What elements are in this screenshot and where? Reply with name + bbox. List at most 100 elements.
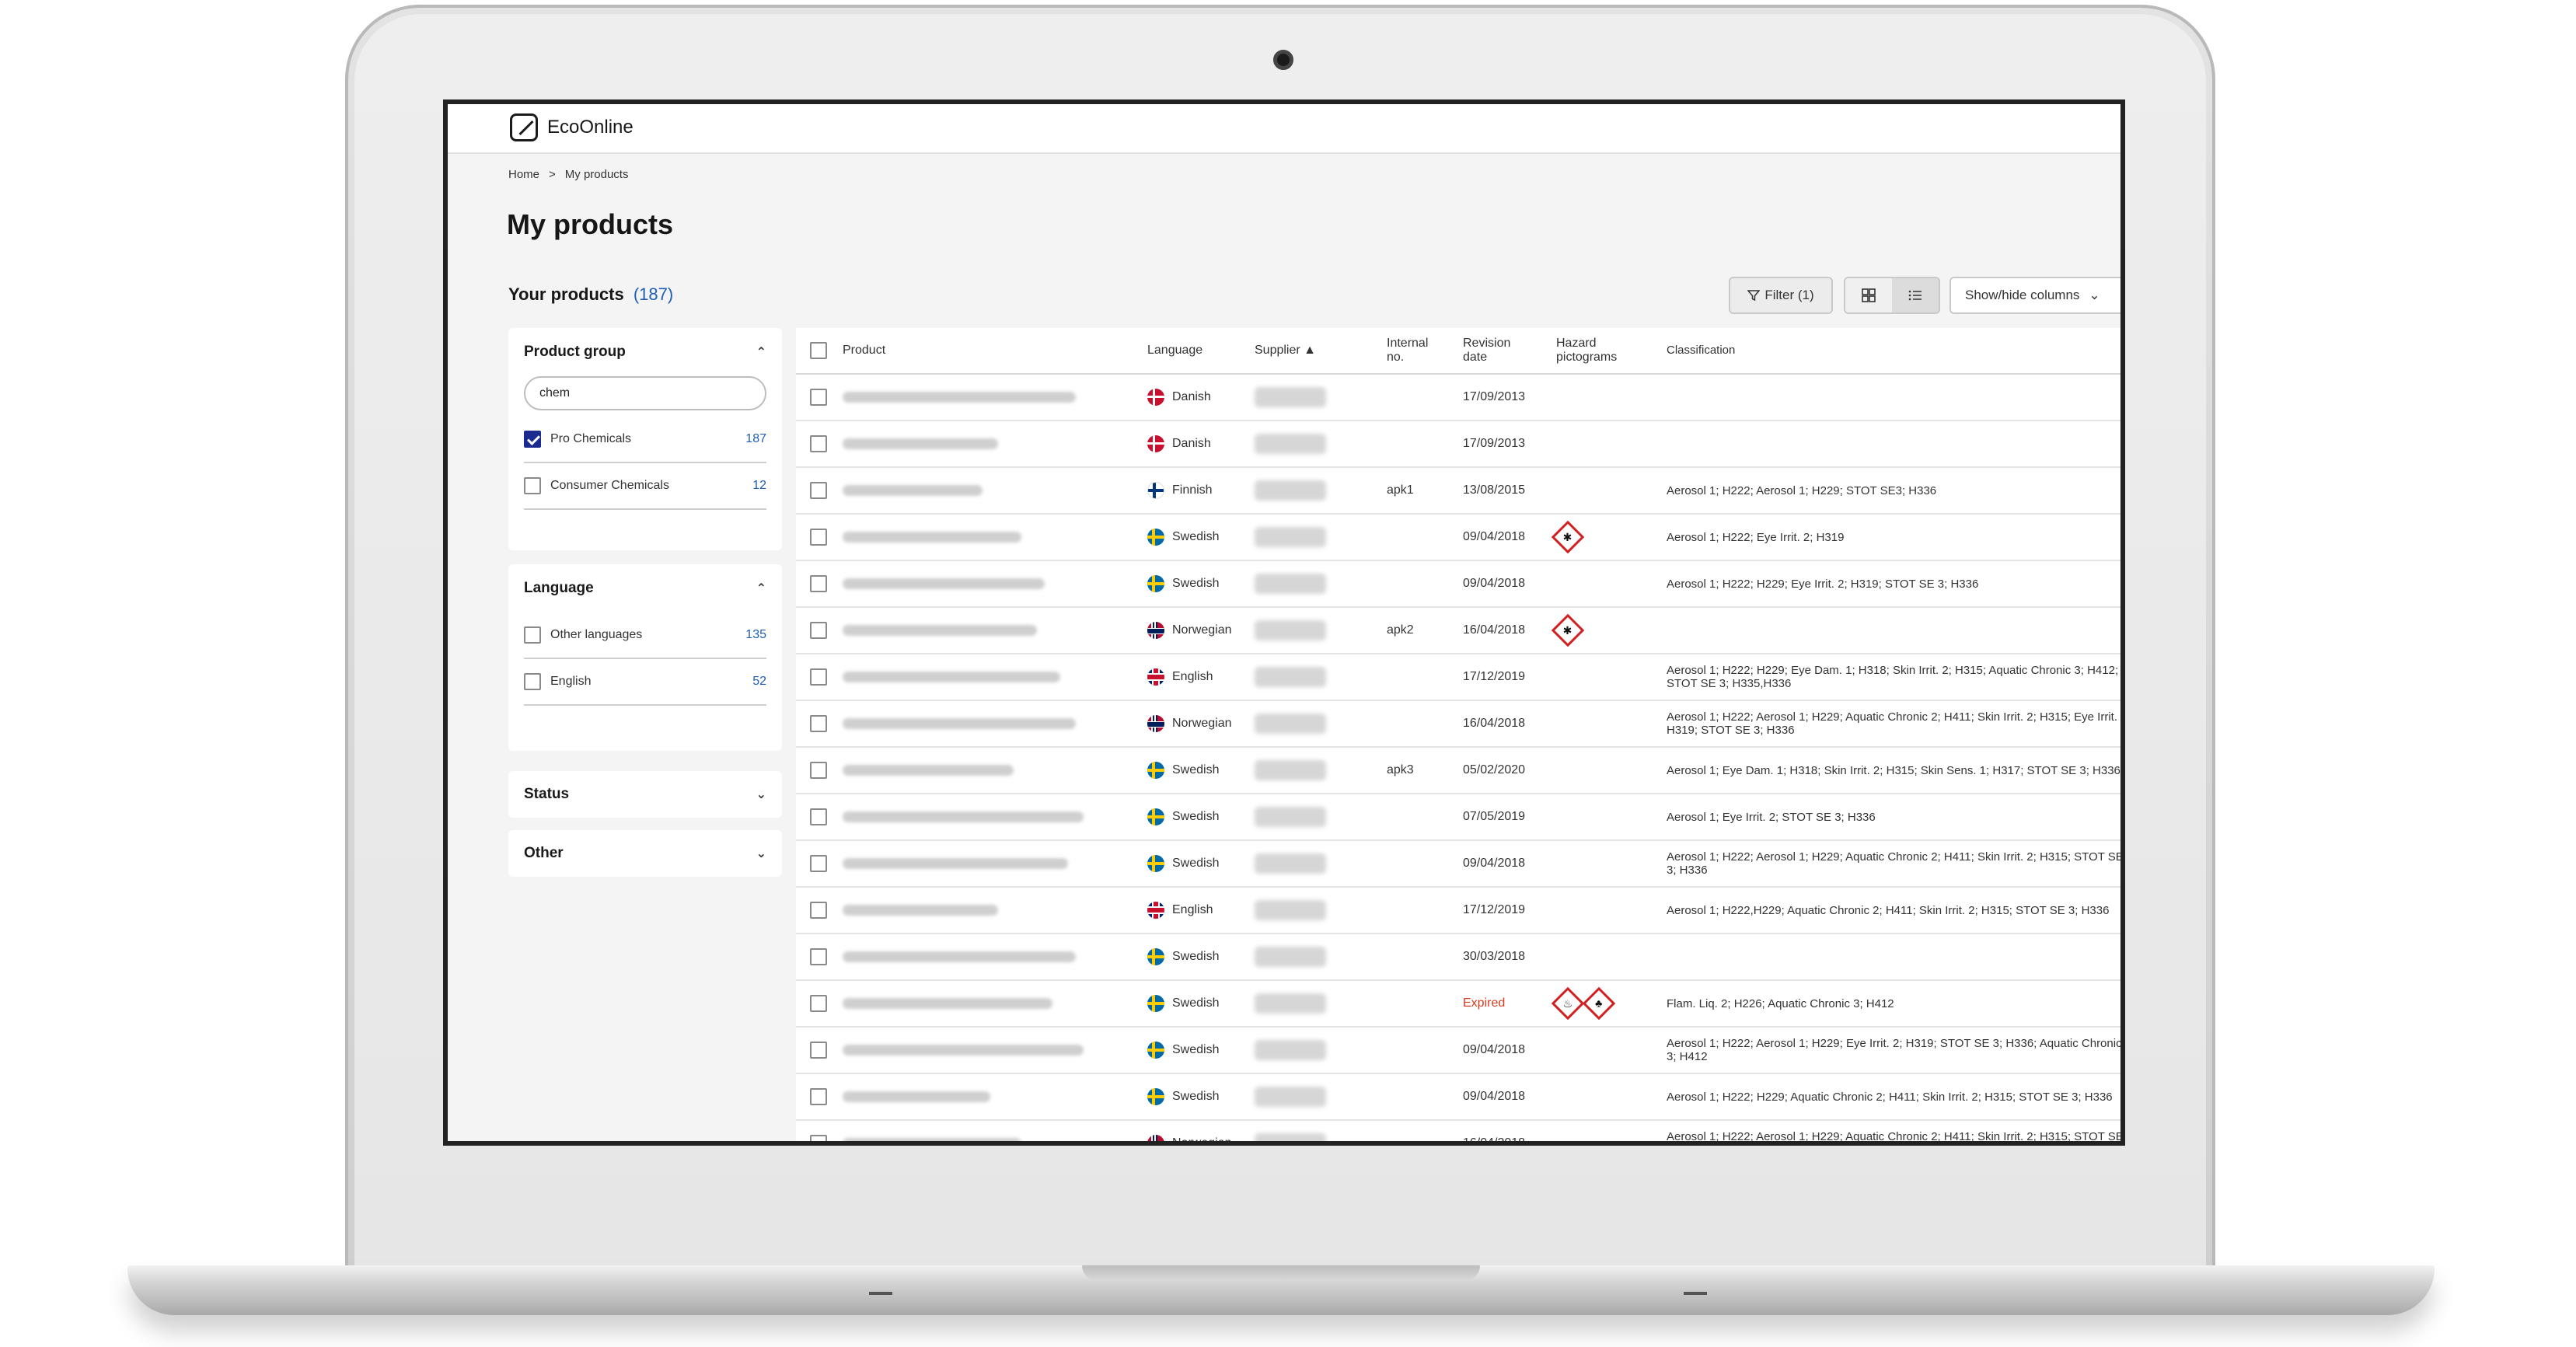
filter-product-group-header[interactable]: Product group ⌃ xyxy=(508,328,782,376)
row-classification: Aerosol 1; H222; Aerosol 1; H229; Eye Ir… xyxy=(1667,1037,2122,1063)
product-name-redacted[interactable] xyxy=(843,1138,1021,1141)
row-revision-date: 17/09/2013 xyxy=(1463,437,1526,450)
table-row[interactable]: Swedish 09/04/2018 ✱ Aerosol 1; H222; Eye I… xyxy=(796,515,2120,561)
table-row[interactable]: Danish 17/09/2013 xyxy=(796,375,2120,421)
filter-other-header[interactable]: Other ⌄ xyxy=(508,830,782,877)
row-checkbox[interactable] xyxy=(810,482,827,499)
product-name-redacted[interactable] xyxy=(843,532,1021,543)
column-header-hazard-pictograms[interactable]: Hazard pictograms xyxy=(1556,328,1617,373)
row-classification: Aerosol 1; H222,H229; Aquatic Chronic 2;… xyxy=(1667,903,2110,917)
supplier-redacted xyxy=(1255,760,1326,780)
table-row[interactable]: Norwegian 16/04/2018 Aerosol 1; H222; Aero… xyxy=(796,701,2120,748)
grid-view-button[interactable] xyxy=(1845,278,1892,312)
product-group-search-input[interactable]: chem xyxy=(524,376,766,410)
filter-other[interactable]: Other ⌄ xyxy=(508,830,782,877)
table-row[interactable]: Danish 17/09/2013 xyxy=(796,421,2120,468)
table-row[interactable]: Swedish 09/04/2018 Aerosol 1; H222; Aeroso… xyxy=(796,1028,2122,1074)
row-language: Norwegian xyxy=(1172,1136,1232,1146)
health-hazard-icon: ✱ xyxy=(1551,520,1585,554)
row-checkbox[interactable] xyxy=(810,948,827,965)
product-name-redacted[interactable] xyxy=(843,951,1076,962)
filter-option-english[interactable]: English 52 xyxy=(524,659,766,706)
checkbox[interactable] xyxy=(524,477,541,494)
product-name-redacted[interactable] xyxy=(843,811,1084,822)
product-name-redacted[interactable] xyxy=(843,485,983,496)
filter-status[interactable]: Status ⌄ xyxy=(508,771,782,818)
table-row[interactable]: English 17/12/2019 Aerosol 1; H222; H229; … xyxy=(796,654,2120,701)
filter-status-header[interactable]: Status ⌄ xyxy=(508,771,782,818)
checkbox[interactable] xyxy=(524,626,541,644)
product-name-redacted[interactable] xyxy=(843,1091,990,1102)
product-name-redacted[interactable] xyxy=(843,438,998,449)
product-name-redacted[interactable] xyxy=(843,998,1052,1009)
table-row[interactable]: Norwegian apk2 16/04/2018 ✱ xyxy=(796,608,2120,654)
product-name-redacted[interactable] xyxy=(843,718,1076,729)
table-body: Danish 17/09/2013 Danish 17/09/2013 Finnish a… xyxy=(796,375,2122,1146)
filter-button-label: Filter (1) xyxy=(1764,288,1814,302)
row-checkbox[interactable] xyxy=(810,575,827,592)
supplier-redacted xyxy=(1255,387,1326,407)
filter-language-title: Language xyxy=(524,580,594,596)
column-header-supplier[interactable]: Supplier ▲ xyxy=(1255,344,1316,358)
chevron-right-icon: > xyxy=(549,168,556,181)
row-checkbox[interactable] xyxy=(810,1088,827,1105)
breadcrumb-home[interactable]: Home xyxy=(508,168,539,181)
row-checkbox[interactable] xyxy=(810,1135,827,1141)
column-header-internal-no[interactable]: Internal no. xyxy=(1387,328,1428,373)
product-name-redacted[interactable] xyxy=(843,578,1045,589)
table-row[interactable]: Swedish 09/04/2018 Aerosol 1; H222; H229; … xyxy=(796,561,2120,608)
row-checkbox[interactable] xyxy=(810,668,827,686)
filter-button[interactable]: Filter (1) xyxy=(1729,277,1833,314)
row-checkbox[interactable] xyxy=(810,389,827,406)
product-name-redacted[interactable] xyxy=(843,625,1037,636)
row-checkbox[interactable] xyxy=(810,1042,827,1059)
filter-option-pro-chemicals[interactable]: Pro Chemicals 187 xyxy=(524,417,766,463)
filter-option-other-languages[interactable]: Other languages 135 xyxy=(524,612,766,659)
table-row[interactable]: Swedish 07/05/2019 Aerosol 1; Eye Irrit. 2… xyxy=(796,794,2120,841)
product-name-redacted[interactable] xyxy=(843,858,1068,869)
table-row[interactable]: Norwegian 16/04/2018 Aerosol 1; H222; Aero… xyxy=(796,1121,2120,1146)
column-header-revision-date[interactable]: Revision date xyxy=(1463,328,1510,373)
filter-product-group-title: Product group xyxy=(524,344,626,360)
table-row[interactable]: Finnish apk1 13/08/2015 Aerosol 1; H222; Ae… xyxy=(796,468,2120,515)
row-checkbox[interactable] xyxy=(810,808,827,825)
row-revision-date: 17/12/2019 xyxy=(1463,903,1526,916)
table-row[interactable]: Swedish 09/04/2018 Aerosol 1; H222; Aeroso… xyxy=(796,841,2120,888)
table-row[interactable]: Swedish 30/03/2018 xyxy=(796,934,2120,981)
chevron-down-icon: ⌄ xyxy=(756,847,766,860)
table-row[interactable]: Swedish 09/04/2018 Aerosol 1; H222; H229; … xyxy=(796,1074,2120,1121)
brand-logo[interactable]: EcoOnline xyxy=(510,113,634,141)
row-checkbox[interactable] xyxy=(810,855,827,872)
flag-icon xyxy=(1147,622,1164,639)
row-checkbox[interactable] xyxy=(810,529,827,546)
table-row[interactable]: English 17/12/2019 Aerosol 1; H222,H229; A… xyxy=(796,888,2120,934)
row-checkbox[interactable] xyxy=(810,622,827,639)
filter-language-header[interactable]: Language ⌃ xyxy=(508,564,782,612)
flag-icon xyxy=(1147,389,1164,406)
column-header-language[interactable]: Language xyxy=(1147,344,1202,358)
row-checkbox[interactable] xyxy=(810,435,827,452)
product-name-redacted[interactable] xyxy=(843,1045,1084,1056)
list-view-button[interactable] xyxy=(1892,278,1939,312)
column-header-product[interactable]: Product xyxy=(843,344,885,358)
product-name-redacted[interactable] xyxy=(843,765,1014,776)
product-name-redacted[interactable] xyxy=(843,905,998,916)
column-header-classification[interactable]: Classification xyxy=(1667,344,1735,358)
table-row[interactable]: Swedish Expired ♨ ♣ Flam. Liq. 2; H226; Aqua… xyxy=(796,981,2120,1028)
row-checkbox[interactable] xyxy=(810,762,827,779)
filter-other-title: Other xyxy=(524,845,564,861)
product-name-redacted[interactable] xyxy=(843,672,1060,682)
row-checkbox[interactable] xyxy=(810,715,827,732)
show-hide-columns-dropdown[interactable]: Show/hide columns ⌄ xyxy=(1949,277,2120,314)
chevron-down-icon: ⌄ xyxy=(2089,288,2100,302)
row-language: Swedish xyxy=(1172,763,1220,776)
table-row[interactable]: Swedish apk3 05/02/2020 Aerosol 1; Eye Dam.… xyxy=(796,748,2120,794)
filter-option-consumer-chemicals[interactable]: Consumer Chemicals 12 xyxy=(524,463,766,510)
select-all-checkbox[interactable] xyxy=(810,342,827,359)
row-checkbox[interactable] xyxy=(810,902,827,919)
supplier-redacted xyxy=(1255,993,1326,1014)
checkbox[interactable] xyxy=(524,673,541,690)
checkbox-checked[interactable] xyxy=(524,431,541,448)
product-name-redacted[interactable] xyxy=(843,392,1076,403)
row-checkbox[interactable] xyxy=(810,995,827,1012)
